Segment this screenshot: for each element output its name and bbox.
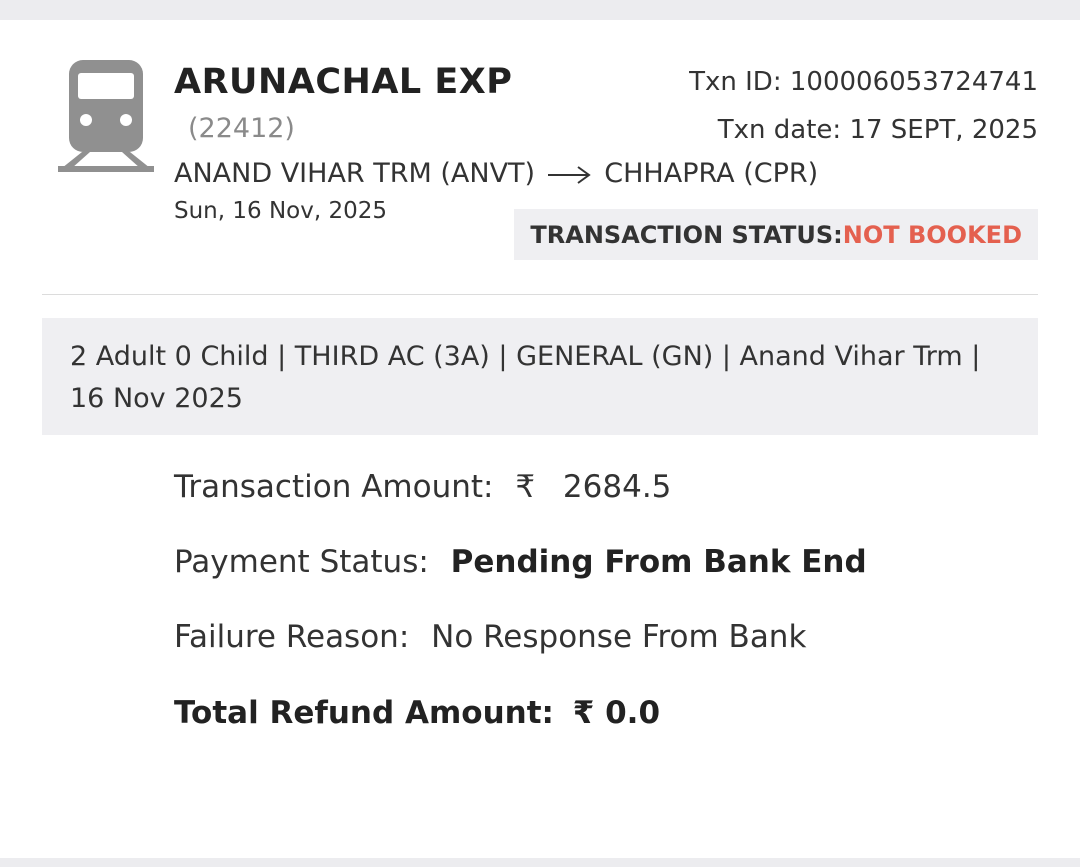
transaction-status-badge: TRANSACTION STATUS: NOT BOOKED [514,209,1038,260]
origin-station: ANAND VIHAR TRM (ANVT) [174,158,536,189]
transaction-status-label: TRANSACTION STATUS: [530,220,843,249]
transaction-card[interactable]: ARUNACHAL EXP (22412) ANAND VIHAR TRM (A… [0,20,1080,858]
transaction-amount-value: 2684.5 [562,469,672,505]
route: ANAND VIHAR TRM (ANVT) CHHAPRA (CPR) [174,158,818,189]
train-number: (22412) [188,113,295,144]
transaction-status-value: NOT BOOKED [842,220,1022,249]
txn-id-value: 100006053724741 [789,67,1038,97]
arrow-right-icon [547,165,591,184]
txn-id: Txn ID: 100006053724741 [689,67,1038,97]
payment-status-row: Payment Status: Pending From Bank End [174,544,867,580]
txn-id-label: Txn ID: [689,67,790,97]
booking-summary: 2 Adult 0 Child | THIRD AC (3A) | GENERA… [42,318,1038,435]
transaction-amount-row: Transaction Amount: ₹ 2684.5 [174,469,671,505]
destination-station: CHHAPRA (CPR) [604,158,819,189]
total-refund-label: Total Refund Amount: [174,695,554,731]
journey-date: Sun, 16 Nov, 2025 [174,198,387,224]
transaction-amount-label: Transaction Amount: [174,469,494,505]
txn-date-value: 17 SEPT, 2025 [849,115,1038,145]
failure-reason-row: Failure Reason: No Response From Bank [174,619,806,655]
failure-reason-value: No Response From Bank [431,619,807,655]
total-refund-value: ₹ 0.0 [572,695,661,731]
train-name: ARUNACHAL EXP [174,62,513,102]
payment-status-label: Payment Status: [174,544,429,580]
train-icon [58,60,154,172]
rupee-icon: ₹ [515,469,536,505]
txn-date: Txn date: 17 SEPT, 2025 [718,115,1038,145]
divider [42,294,1038,295]
failure-reason-label: Failure Reason: [174,619,410,655]
payment-status-value: Pending From Bank End [450,544,867,580]
total-refund-row: Total Refund Amount: ₹ 0.0 [174,695,660,731]
txn-date-label: Txn date: [717,115,850,145]
